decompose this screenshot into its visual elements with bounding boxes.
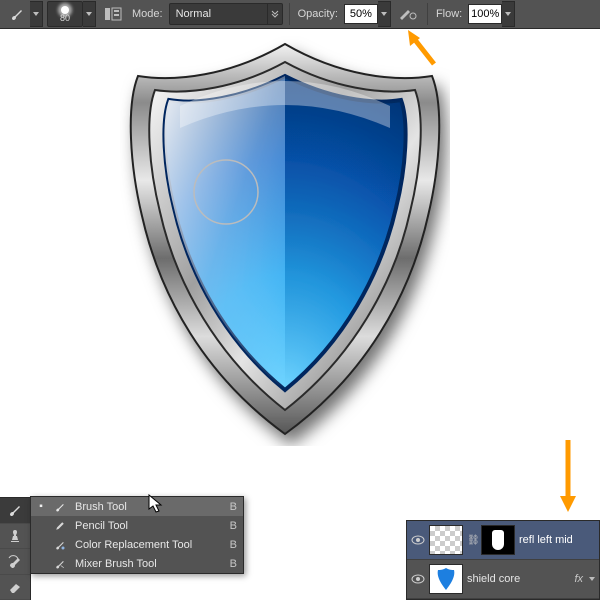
layer-thumbnail[interactable] <box>429 564 463 594</box>
toolbox-eraser-tool[interactable] <box>0 575 30 600</box>
opacity-label: Opacity: <box>296 8 340 20</box>
toolbox-strip <box>0 497 31 600</box>
brush-icon <box>9 6 25 22</box>
flyout-item-pencil[interactable]: Pencil Tool B <box>31 516 243 535</box>
toolbox-brush-tool[interactable] <box>0 498 30 524</box>
visibility-toggle[interactable] <box>411 533 425 547</box>
tool-preset-dropdown[interactable] <box>30 1 43 27</box>
toolbox-stamp-tool[interactable] <box>0 524 30 550</box>
history-brush-icon <box>7 553 23 569</box>
chevron-down-icon[interactable] <box>589 577 595 581</box>
layer-name[interactable]: refl left mid <box>519 534 595 546</box>
brush-tool-flyout: ▪ Brush Tool B Pencil Tool B Color Repla… <box>30 496 244 574</box>
eye-icon <box>411 574 425 584</box>
brush-preset-dropdown[interactable] <box>83 1 96 27</box>
stamp-icon <box>7 528 23 544</box>
link-icon: ⛓ <box>467 535 477 546</box>
layer-name[interactable]: shield core <box>467 573 570 585</box>
shield-artwork <box>120 36 450 446</box>
color-replacement-icon <box>53 539 67 551</box>
eraser-icon <box>7 579 23 595</box>
flyout-item-label: Brush Tool <box>75 501 222 513</box>
brush-preset-picker[interactable]: 80 <box>47 1 83 27</box>
tablet-pressure-icon <box>399 7 417 21</box>
brush-size-readout: 80 <box>60 14 70 23</box>
flyout-item-color-replacement[interactable]: Color Replacement Tool B <box>31 535 243 554</box>
flyout-item-label: Mixer Brush Tool <box>75 558 222 570</box>
toolbox-history-brush[interactable] <box>0 549 30 575</box>
mode-label: Mode: <box>130 8 165 20</box>
flyout-item-label: Pencil Tool <box>75 520 222 532</box>
selected-marker-icon: ▪ <box>37 501 45 512</box>
flyout-item-shortcut: B <box>230 539 237 551</box>
layers-panel: ⛓ refl left mid shield core fx <box>406 520 600 600</box>
canvas-area[interactable] <box>0 30 600 498</box>
brush-panel-icon <box>104 6 122 22</box>
layer-mask-thumbnail[interactable] <box>481 525 515 555</box>
flyout-item-brush[interactable]: ▪ Brush Tool B <box>31 497 243 516</box>
blend-mode-dropdown[interactable]: Normal <box>169 3 283 25</box>
visibility-toggle[interactable] <box>411 572 425 586</box>
brush-icon <box>7 502 23 518</box>
flow-input[interactable]: 100% <box>468 4 502 24</box>
pencil-icon <box>53 520 67 532</box>
mixer-brush-icon <box>53 558 67 570</box>
flyout-item-mixer-brush[interactable]: Mixer Brush Tool B <box>31 554 243 573</box>
brush-options-bar: 80 Mode: Normal Opacity: 50% Flow: 100% <box>0 0 600 29</box>
tablet-pressure-opacity-button[interactable] <box>395 1 421 27</box>
flyout-item-label: Color Replacement Tool <box>75 539 222 551</box>
callout-arrow-layer <box>556 438 580 514</box>
flyout-item-shortcut: B <box>230 520 237 532</box>
layer-row-refl-left-mid[interactable]: ⛓ refl left mid <box>407 521 599 560</box>
flyout-item-shortcut: B <box>230 558 237 570</box>
toggle-brush-panel-button[interactable] <box>100 1 126 27</box>
shield-thumb-icon <box>436 567 456 591</box>
flow-label: Flow: <box>434 8 464 20</box>
opacity-dropdown[interactable] <box>378 1 391 27</box>
layer-row-shield-core[interactable]: shield core fx <box>407 560 599 599</box>
flyout-item-shortcut: B <box>230 501 237 513</box>
layer-thumbnail[interactable] <box>429 525 463 555</box>
eye-icon <box>411 535 425 545</box>
brush-icon <box>53 501 67 513</box>
separator <box>289 3 290 25</box>
callout-arrow-opacity <box>398 28 442 68</box>
flow-dropdown[interactable] <box>502 1 515 27</box>
chevron-down-icon <box>267 4 282 24</box>
layer-fx-badge[interactable]: fx <box>574 573 585 585</box>
blend-mode-value: Normal <box>170 8 217 20</box>
separator <box>427 3 428 25</box>
tool-preset-picker[interactable] <box>4 1 30 27</box>
opacity-input[interactable]: 50% <box>344 4 378 24</box>
